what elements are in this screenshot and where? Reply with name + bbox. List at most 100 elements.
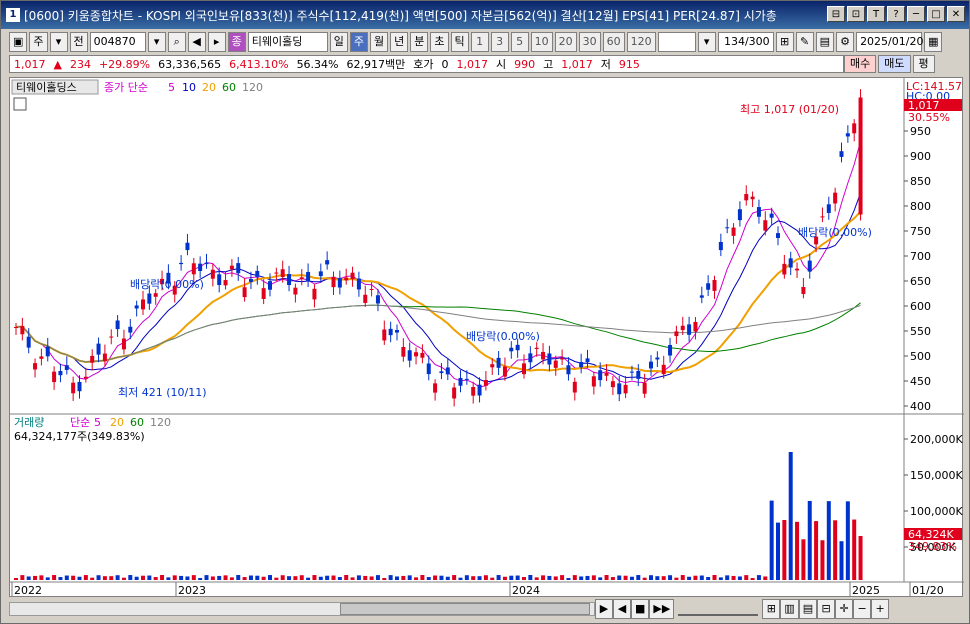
zoom-in-icon[interactable]: +	[871, 599, 890, 619]
layout-grid-icon[interactable]: ⊟	[817, 599, 836, 619]
volume-bar	[509, 575, 514, 580]
period-tick[interactable]: 틱	[450, 32, 469, 52]
candle-body	[655, 357, 660, 360]
volume-bar	[788, 452, 793, 580]
gear-icon[interactable]: ⚙	[836, 32, 855, 52]
candle-body	[464, 378, 469, 380]
candle-body	[375, 295, 380, 304]
draw-icon[interactable]: ✎	[795, 32, 814, 52]
scroll-right-icon[interactable]: ▶	[595, 599, 613, 619]
crosshair-icon[interactable]: ✛	[835, 599, 854, 619]
up-arrow-icon: ▲	[53, 57, 62, 71]
search-icon[interactable]: ⌕	[167, 32, 186, 52]
price-tick-label: 500	[910, 350, 931, 363]
period-second[interactable]: 초	[430, 32, 449, 52]
vol-legend-label: 거래량	[14, 416, 44, 429]
link-icon[interactable]: ⊟	[827, 6, 845, 22]
text-icon[interactable]: T	[867, 6, 885, 22]
candle-body	[141, 299, 145, 310]
count-value: 134	[723, 35, 745, 48]
scrollbar-track[interactable]	[9, 602, 595, 616]
chart-type-icon[interactable]: ▥	[780, 599, 799, 619]
interval-1[interactable]: 1	[470, 32, 489, 52]
candle-body	[153, 293, 158, 297]
candle-body	[293, 287, 298, 295]
period-day[interactable]: 일	[329, 32, 348, 52]
interval-20[interactable]: 20	[554, 32, 577, 52]
help-icon[interactable]: ?	[887, 6, 905, 22]
volume-bar	[661, 576, 666, 580]
maximize-icon[interactable]: □	[927, 6, 945, 22]
volume-bar	[268, 575, 272, 580]
sell-button[interactable]: 매도	[878, 55, 911, 73]
title-bar[interactable]: 1 [0600] 키움종합차트 - KOSPI 외국인보유[833(천)] 주식…	[1, 1, 969, 29]
volume-bar	[128, 575, 133, 580]
chart-area[interactable]: 티웨이홀딩스 종가 단순 5 10 20 60 120 거래량 단순 5 20 …	[9, 77, 964, 598]
compare-icon[interactable]: ▤	[798, 599, 818, 619]
volume-bar	[528, 575, 533, 580]
period-week[interactable]: 주	[349, 32, 369, 52]
volume-bar	[706, 577, 711, 580]
legend-stock-name: 티웨이홀딩스	[16, 81, 77, 94]
grid-toggle-icon[interactable]	[13, 97, 27, 111]
period-minute[interactable]: 분	[410, 32, 429, 52]
count-field[interactable]: 134/300	[717, 32, 774, 52]
interval-custom-input[interactable]	[657, 32, 696, 52]
fit-icon[interactable]: ⊞	[762, 599, 781, 619]
buy-button[interactable]: 매수	[844, 55, 877, 73]
indicator-icon[interactable]: ⊞	[775, 32, 794, 52]
layout-icon[interactable]: ⊡	[847, 6, 865, 22]
volume-bar	[77, 576, 82, 580]
scroll-left-icon[interactable]: ◀	[613, 599, 631, 619]
candle-body	[795, 268, 800, 271]
close-icon[interactable]: ✕	[947, 6, 965, 22]
period-year[interactable]: 년	[390, 32, 409, 52]
stop-icon[interactable]: ■	[631, 599, 650, 619]
minimize-icon[interactable]: ─	[907, 6, 925, 22]
price-tick-label: 400	[910, 400, 931, 413]
save-icon[interactable]: ▤	[815, 32, 835, 52]
eval-button[interactable]: 평	[912, 55, 935, 73]
window-icon[interactable]: ▣	[9, 32, 28, 52]
volume-bar	[134, 576, 139, 580]
period-month[interactable]: 월	[370, 32, 389, 52]
low-annotation: 최저 421 (10/11)	[118, 386, 207, 399]
candle-body	[223, 280, 228, 286]
candle-body	[350, 272, 355, 280]
candle-body	[483, 379, 488, 386]
code-dropdown-icon[interactable]: ▾	[147, 32, 166, 52]
volume-bar	[833, 520, 838, 580]
interval-60[interactable]: 60	[602, 32, 625, 52]
interval-30[interactable]: 30	[578, 32, 601, 52]
interval-dropdown-icon[interactable]: ▾	[697, 32, 716, 52]
interval-120[interactable]: 120	[626, 32, 656, 52]
calendar-icon[interactable]: ▦	[924, 32, 943, 52]
interval-3[interactable]: 3	[490, 32, 509, 52]
candle-body	[687, 324, 692, 335]
scrollbar-thumb[interactable]	[340, 603, 590, 615]
price-chart[interactable]: 티웨이홀딩스 종가 단순 5 10 20 60 120 거래량 단순 5 20 …	[10, 78, 964, 598]
volume-bar	[83, 575, 88, 580]
date-input[interactable]: 2025/01/20	[856, 32, 923, 52]
candle-body	[179, 262, 184, 265]
market2-select[interactable]: 전	[69, 32, 88, 52]
candle-body	[820, 216, 825, 218]
market-dropdown-icon[interactable]: ▾	[49, 32, 68, 52]
candle-body	[20, 326, 25, 335]
candle-body	[649, 361, 653, 369]
interval-5[interactable]: 5	[510, 32, 529, 52]
fast-forward-icon[interactable]: ▶▶	[649, 599, 675, 619]
candle-body	[382, 329, 387, 341]
company-name-field[interactable]: 티웨이홀딩	[247, 32, 328, 52]
high-price: 1,017	[561, 57, 593, 71]
market-select[interactable]: 주	[29, 32, 48, 52]
candle-body	[458, 378, 463, 386]
zoom-slider[interactable]	[678, 602, 759, 616]
nav-icon[interactable]: ▸	[207, 32, 226, 52]
zoom-out-icon[interactable]: −	[853, 599, 872, 619]
stock-code-input[interactable]: 004870	[89, 32, 146, 52]
interval-10[interactable]: 10	[530, 32, 553, 52]
candle-body	[90, 355, 95, 363]
sound-icon[interactable]: ◀	[187, 32, 206, 52]
candle-body	[541, 351, 546, 360]
